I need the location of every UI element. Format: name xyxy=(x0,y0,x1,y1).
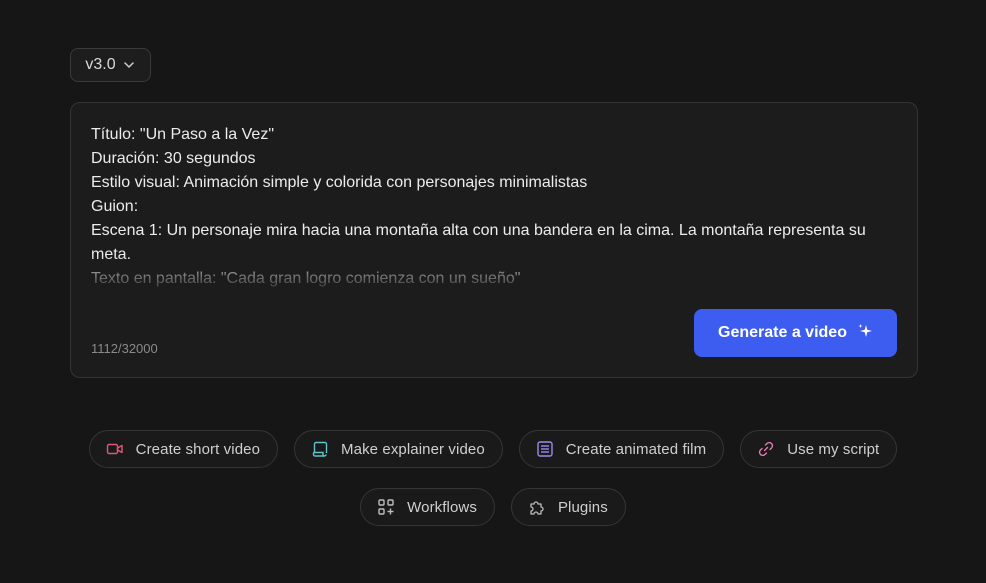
chip-label: Workflows xyxy=(407,498,477,516)
chip-label: Use my script xyxy=(787,440,880,458)
plugins-chip[interactable]: Plugins xyxy=(510,488,626,526)
prompt-line: Escena 1: Un personaje mira hacia una mo… xyxy=(91,222,866,263)
chip-label: Plugins xyxy=(557,498,608,516)
generate-video-button[interactable]: Generate a video xyxy=(694,309,897,357)
video-camera-icon xyxy=(106,440,124,458)
version-select[interactable]: v3.0 xyxy=(70,48,151,82)
prompt-line: Texto en pantalla: "Cada gran logro comi… xyxy=(91,270,521,287)
prompt-card: Título: "Un Paso a la Vez" Duración: 30 … xyxy=(70,102,918,378)
chip-label: Create animated film xyxy=(565,440,707,458)
chip-label: Make explainer video xyxy=(341,440,485,458)
make-explainer-video-chip[interactable]: Make explainer video xyxy=(294,430,503,468)
chip-label: Create short video xyxy=(135,440,261,458)
chevron-down-icon xyxy=(122,58,136,72)
workflows-chip[interactable]: Workflows xyxy=(360,488,495,526)
prompt-textarea[interactable]: Título: "Un Paso a la Vez" Duración: 30 … xyxy=(91,123,891,293)
grid-plus-icon xyxy=(377,498,395,516)
prompt-line: Estilo visual: Animación simple y colori… xyxy=(91,174,588,191)
create-animated-film-chip[interactable]: Create animated film xyxy=(518,430,725,468)
prompt-line: Título: "Un Paso a la Vez" xyxy=(91,126,275,143)
link-icon xyxy=(757,440,775,458)
sparkle-icon xyxy=(857,323,873,344)
suggestion-row: Workflows Plugins xyxy=(0,488,986,526)
puzzle-icon xyxy=(528,498,546,516)
prompt-line: Duración: 30 segundos xyxy=(91,150,256,167)
prompt-line: Guion: xyxy=(91,198,139,215)
suggestion-row: Create short video Make explainer video … xyxy=(0,430,986,468)
list-document-icon xyxy=(536,440,554,458)
scroll-icon xyxy=(311,440,329,458)
generate-button-label: Generate a video xyxy=(718,324,847,341)
create-short-video-chip[interactable]: Create short video xyxy=(88,430,279,468)
char-count: 1112/32000 xyxy=(91,341,158,356)
version-label: v3.0 xyxy=(85,56,116,73)
use-my-script-chip[interactable]: Use my script xyxy=(740,430,898,468)
